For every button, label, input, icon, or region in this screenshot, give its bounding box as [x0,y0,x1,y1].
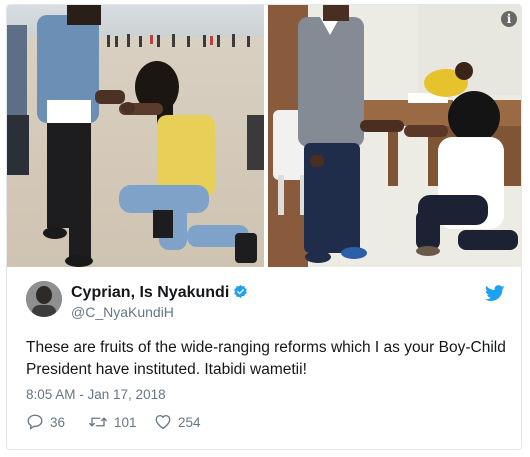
avatar-image [26,281,62,317]
retweet-button[interactable]: 101 [88,413,137,431]
author-handle[interactable]: @C_NyaKundiH [71,304,174,320]
beach-proposal-image [7,5,264,267]
like-button[interactable]: 254 [154,413,201,431]
retweet-icon [88,417,108,427]
photo-beach-proposal[interactable] [7,5,264,267]
office-proposal-image [268,5,521,267]
retweet-count: 101 [114,414,137,430]
reply-icon [27,414,43,430]
tweet-media[interactable]: i [7,5,521,267]
verified-badge-icon [234,284,248,299]
tweet-text: These are fruits of the wide-ranging ref… [26,339,506,378]
reply-count: 36 [50,414,66,430]
author-name[interactable]: Cyprian, Is Nyakundi [71,284,248,302]
author-name-text: Cyprian, Is Nyakundi [71,284,230,301]
tweet-timestamp[interactable]: 8:05 AM - Jan 17, 2018 [26,387,166,402]
info-icon[interactable]: i [501,11,517,27]
photo-office-proposal[interactable] [268,5,521,267]
reply-button[interactable]: 36 [26,413,65,431]
heart-icon [155,414,171,430]
like-count: 254 [178,414,201,430]
tweet-card[interactable]: i Cyprian, Is Nyakundi @C_NyaKundiH Thes… [6,4,522,450]
avatar[interactable] [26,281,62,317]
twitter-bird-icon[interactable] [485,285,505,302]
